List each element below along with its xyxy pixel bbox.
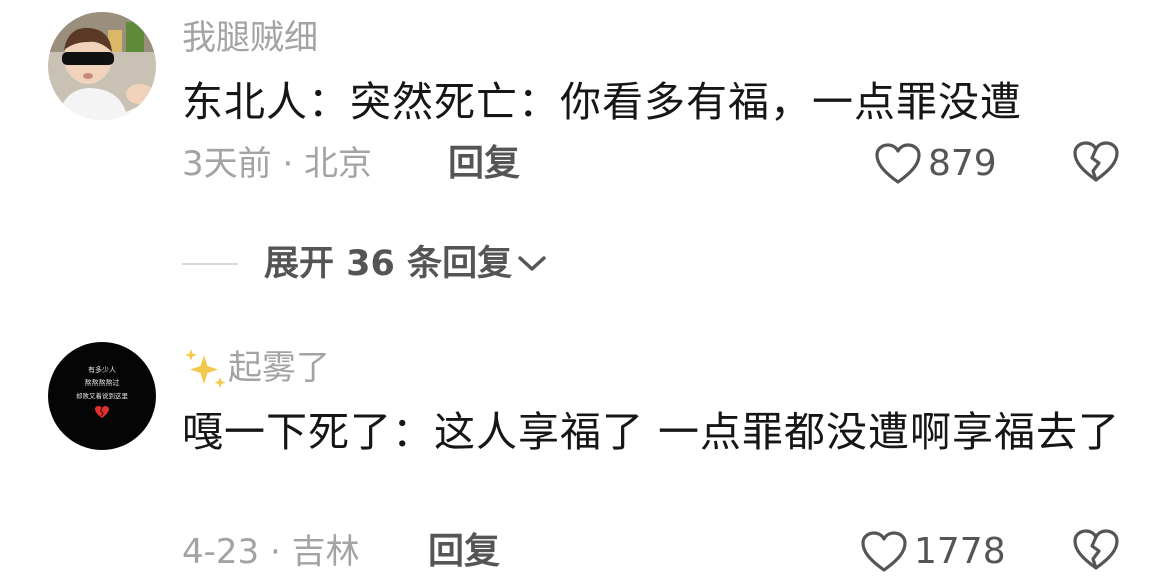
comment-list: 我腿贼细 东北人：突然死亡：你看多有福，一点罪没遭 3天前 · 北京 回复 87… — [0, 0, 1170, 585]
avatar-text: 有多少人 — [88, 365, 116, 374]
username-text: 起雾了 — [228, 348, 330, 388]
dislike-button[interactable] — [1072, 528, 1120, 576]
username[interactable]: 起雾了 — [182, 348, 330, 391]
avatar[interactable]: 有多少人 熬熬熬熬过 却败又着说到这里 — [48, 342, 156, 450]
black-text-avatar-icon: 有多少人 熬熬熬熬过 却败又着说到这里 — [48, 342, 156, 450]
broken-heart-icon — [1073, 141, 1119, 182]
dislike-button[interactable] — [1072, 140, 1120, 188]
divider — [182, 263, 238, 265]
child-sunglasses-avatar-icon — [48, 12, 156, 120]
avatar-text: 熬熬熬熬过 — [85, 378, 120, 387]
reply-button[interactable]: 回复 — [428, 532, 500, 572]
broken-heart-icon — [1073, 529, 1119, 570]
like-button[interactable]: 1778 — [860, 528, 1006, 576]
like-count: 1778 — [914, 531, 1006, 572]
avatar-text: 却败又着说到这里 — [76, 391, 129, 400]
like-button[interactable]: 879 — [874, 140, 997, 188]
heart-icon — [875, 143, 921, 184]
expand-replies-button[interactable]: 展开 36 条回复 — [182, 242, 548, 286]
comment-text: 嘎一下死了：这人享福了 一点罪都没遭啊享福去了 — [182, 408, 1121, 456]
expand-replies-label: 展开 36 条回复 — [264, 244, 513, 284]
comment-meta: 3天前 · 北京 — [182, 144, 373, 184]
comment-meta: 4-23 · 吉林 — [182, 532, 360, 572]
heart-icon — [861, 531, 907, 572]
sparkles-icon — [185, 348, 226, 388]
avatar[interactable] — [48, 12, 156, 120]
chevron-down-icon — [518, 256, 546, 271]
comment-text: 东北人：突然死亡：你看多有福，一点罪没遭 — [182, 78, 1022, 126]
reply-button[interactable]: 回复 — [448, 144, 520, 184]
username[interactable]: 我腿贼细 — [182, 18, 318, 58]
like-count: 879 — [928, 143, 997, 184]
